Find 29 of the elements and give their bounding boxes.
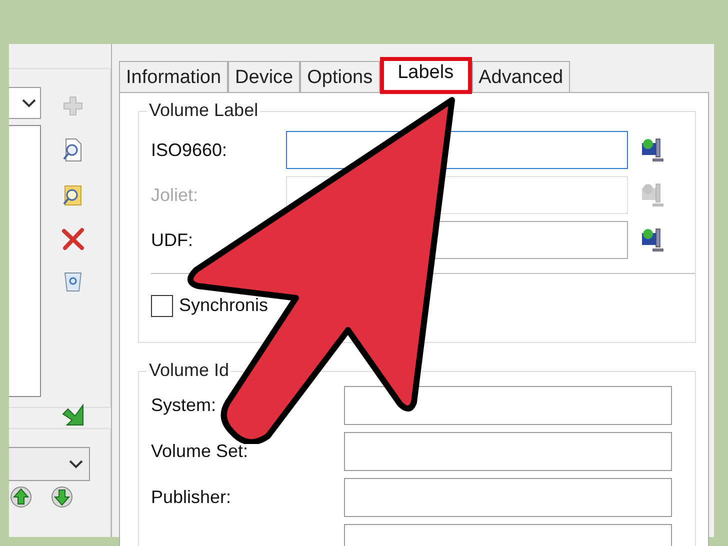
- field-label: System:: [151, 395, 216, 415]
- group-title: Volume Label: [147, 101, 260, 119]
- tab[interactable]: Advanced: [472, 61, 570, 92]
- list-box[interactable]: [9, 125, 41, 397]
- file-search-icon[interactable]: [62, 138, 84, 162]
- tab[interactable]: Information: [119, 61, 228, 92]
- input-field[interactable]: [344, 432, 672, 471]
- field-label: Volume Set:: [151, 441, 248, 461]
- input-field[interactable]: [344, 478, 672, 517]
- group-title: Volume Id: [147, 361, 232, 379]
- folder-search-icon[interactable]: [62, 183, 84, 207]
- delete-icon[interactable]: [60, 228, 84, 250]
- tab[interactable]: Labels: [380, 57, 472, 94]
- field-label: Joliet:: [151, 184, 200, 206]
- chevron-down-icon: [69, 460, 83, 468]
- monitor-icon[interactable]: [640, 227, 664, 253]
- checkbox[interactable]: [151, 294, 173, 316]
- tab[interactable]: Options: [300, 61, 380, 92]
- arrow-icon[interactable]: [60, 403, 84, 427]
- trash-icon[interactable]: [62, 271, 82, 293]
- field-label: UDF:: [151, 228, 194, 252]
- field-label: Publisher:: [151, 487, 232, 507]
- field-label: ISO9660:: [151, 138, 228, 162]
- monitor-icon[interactable]: [640, 137, 664, 163]
- dropdown[interactable]: [9, 87, 41, 119]
- chevron-down-icon: [22, 98, 36, 108]
- input-field[interactable]: [344, 386, 672, 425]
- checkbox-label: Synchronis: [179, 294, 268, 317]
- tab[interactable]: Device: [228, 61, 300, 92]
